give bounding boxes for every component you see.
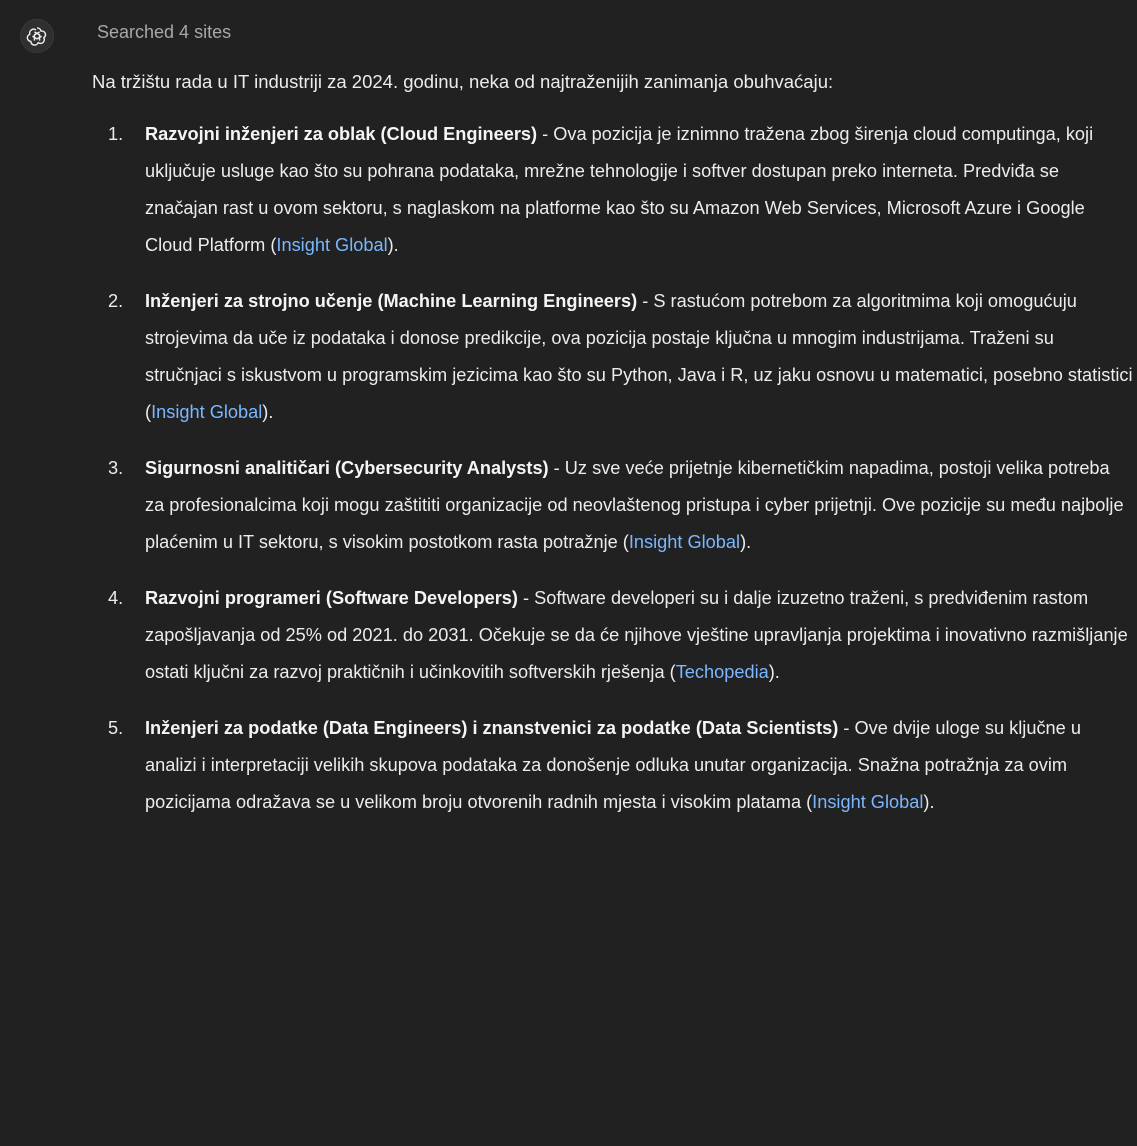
list-item: 5. Inženjeri za podatke (Data Engineers)… — [108, 710, 1133, 821]
item-tail: ). — [262, 402, 274, 422]
source-link[interactable]: Insight Global — [629, 532, 740, 552]
item-number: 4. — [108, 588, 124, 608]
list-item: 4. Razvojni programeri (Software Develop… — [108, 580, 1133, 691]
item-title: Sigurnosni analitičari (Cybersecurity An… — [145, 458, 549, 478]
searched-sites-toggle[interactable]: Searched 4 sites — [97, 19, 231, 45]
assistant-avatar — [20, 19, 54, 53]
source-link[interactable]: Insight Global — [812, 792, 923, 812]
openai-logo-icon — [26, 27, 47, 46]
item-tail: ). — [740, 532, 752, 552]
item-tail: ). — [923, 792, 935, 812]
item-tail: ). — [768, 662, 780, 682]
item-number: 3. — [108, 458, 124, 478]
results-list: 1. Razvojni inženjeri za oblak (Cloud En… — [108, 116, 1133, 840]
source-link[interactable]: Insight Global — [151, 402, 262, 422]
source-link[interactable]: Techopedia — [676, 662, 769, 682]
item-title: Inženjeri za podatke (Data Engineers) i … — [145, 718, 839, 738]
item-title: Inženjeri za strojno učenje (Machine Lea… — [145, 291, 638, 311]
item-number: 2. — [108, 291, 124, 311]
list-item: 2. Inženjeri za strojno učenje (Machine … — [108, 283, 1133, 431]
item-title: Razvojni inženjeri za oblak (Cloud Engin… — [145, 124, 538, 144]
item-title: Razvojni programeri (Software Developers… — [145, 588, 518, 608]
list-item: 3. Sigurnosni analitičari (Cybersecurity… — [108, 450, 1133, 561]
source-link[interactable]: Insight Global — [276, 235, 387, 255]
item-tail: ). — [387, 235, 399, 255]
item-number: 5. — [108, 718, 124, 738]
item-number: 1. — [108, 124, 124, 144]
list-item: 1. Razvojni inženjeri za oblak (Cloud En… — [108, 116, 1133, 264]
response-intro: Na tržištu rada u IT industriji za 2024.… — [92, 71, 834, 92]
